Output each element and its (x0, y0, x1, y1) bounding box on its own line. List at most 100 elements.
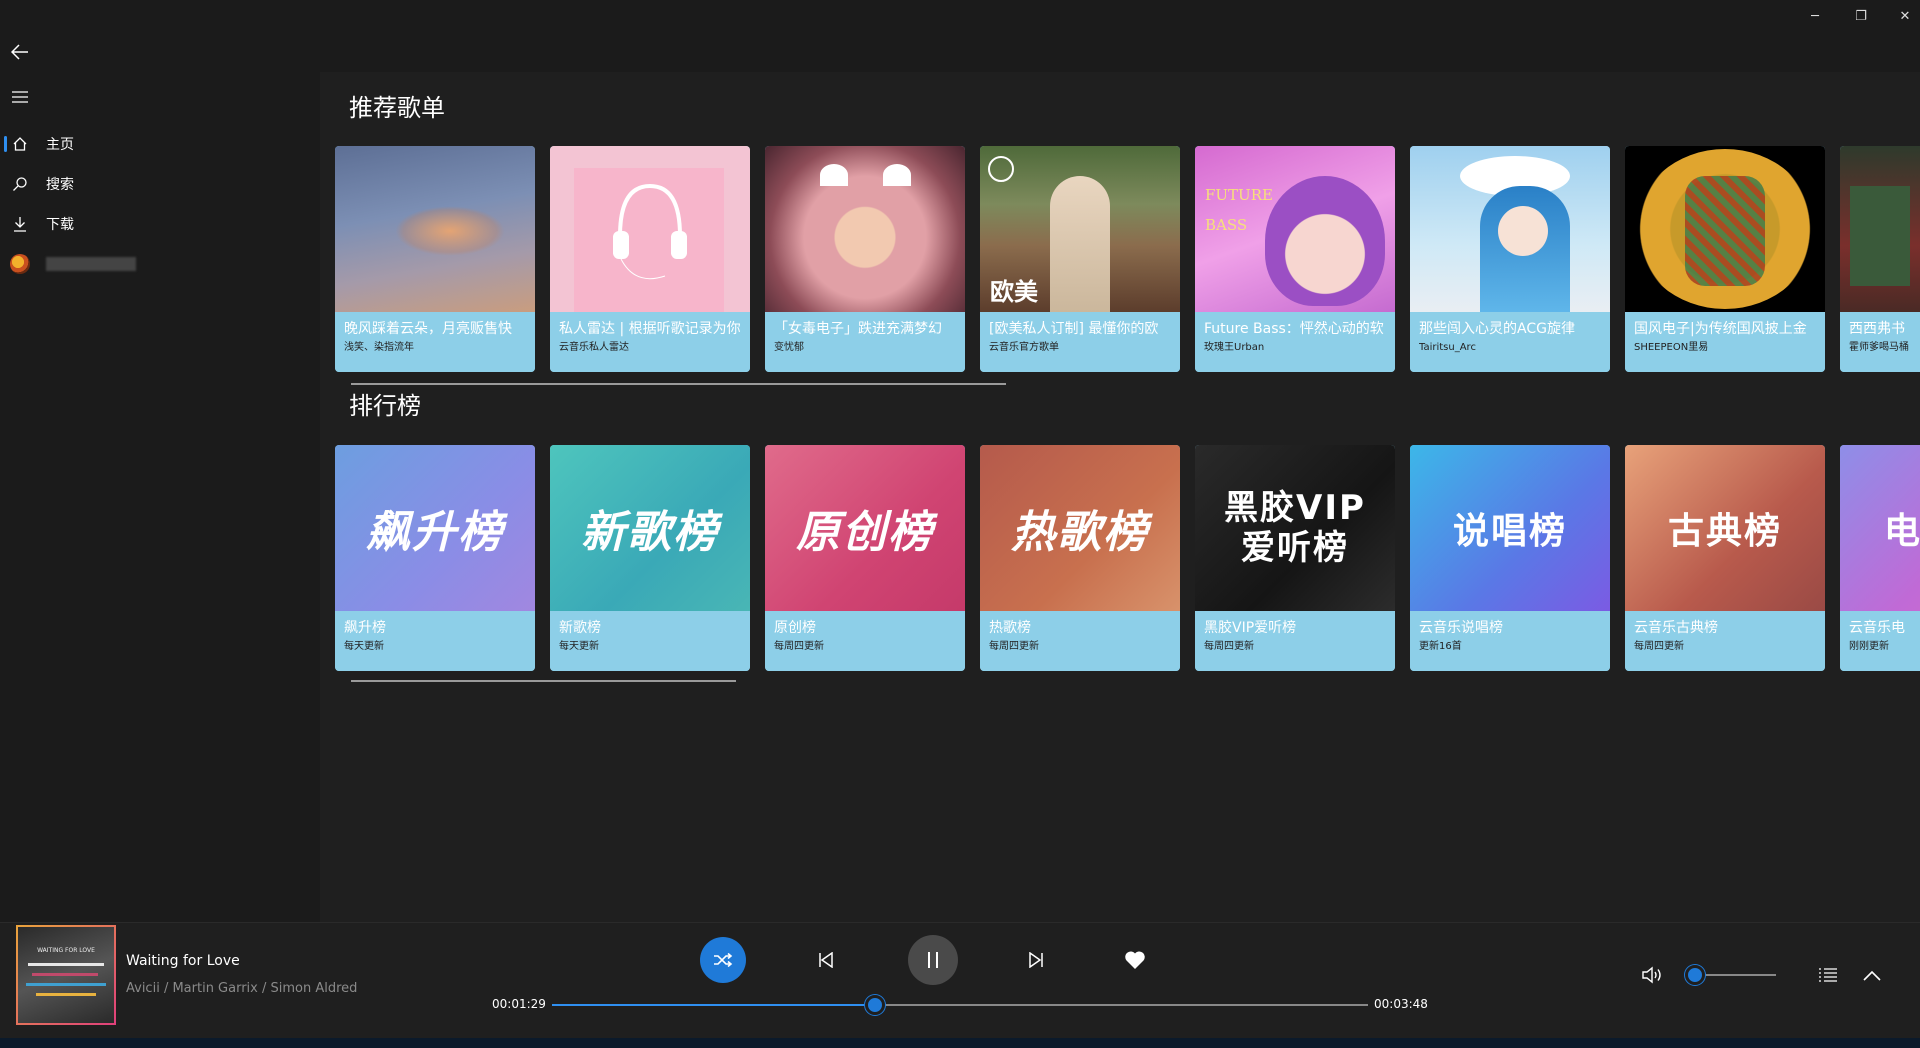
chart-update-info: 每周四更新 (989, 641, 1039, 652)
heart-icon (1125, 951, 1145, 969)
sidebar-item-label: 主页 (46, 137, 74, 153)
minimize-icon: ─ (1811, 8, 1819, 24)
volume-slider[interactable] (1685, 965, 1776, 985)
playlist-card[interactable]: FUTURE BASS Future Bass：怦然心动的软玫瑰王Urban (1195, 146, 1395, 372)
back-button[interactable] (8, 40, 32, 64)
playlist-cover (550, 146, 750, 312)
chart-cover-text: 说唱榜 (1452, 511, 1567, 552)
chart-card[interactable]: 电 云音乐电刚刚更新 (1840, 445, 1920, 671)
restore-icon: ❐ (1855, 8, 1867, 24)
playlist-card[interactable]: 那些闯入心灵的ACG旋律 Tairitsu_Arc (1410, 146, 1610, 372)
list-icon (1819, 968, 1837, 982)
chart-cover: 电 (1840, 445, 1920, 611)
playlist-cover-text: 欧美 (990, 278, 1038, 306)
avatar (10, 254, 30, 274)
playlist-author: 云音乐私人雷达 (559, 342, 629, 353)
chart-cover-text: 古典榜 (1667, 511, 1782, 552)
playlist-author: 玫瑰王Urban (1204, 342, 1265, 353)
next-button[interactable] (1021, 945, 1051, 975)
previous-button[interactable] (811, 945, 841, 975)
playlist-author: 浅笑、染指流年 (344, 342, 414, 353)
progress-thumb[interactable] (865, 995, 886, 1015)
playlist-cover (1840, 146, 1920, 312)
shuffle-button[interactable] (700, 937, 746, 983)
playlist-card[interactable]: 「女毒电子」跌进充满梦幻 变忧郁 (765, 146, 965, 372)
app-window: 主页 搜索 下载 ─ ❐ ✕ 推荐歌单 晚风踩着云朵，月亮贩售快 浅笑、染指流年… (0, 0, 1920, 1048)
playlist-title: 「女毒电子」跌进充满梦幻 (774, 321, 942, 337)
elapsed-time: 00:01:29 (492, 997, 546, 1011)
pause-button[interactable] (908, 935, 958, 985)
playlist-title: 国风电子|为传统国风披上金 (1634, 321, 1807, 337)
restore-button[interactable]: ❐ (1846, 6, 1876, 26)
volume-thumb[interactable] (1685, 965, 1705, 985)
chart-cover-text: 飙升榜 (366, 507, 504, 558)
chart-update-info: 每周四更新 (774, 641, 824, 652)
chart-cover-text: 电 (1884, 511, 1920, 552)
chart-cover: 热歌榜 (980, 445, 1180, 611)
total-duration: 00:03:48 (1374, 997, 1428, 1011)
chart-cover: 飙升榜 (335, 445, 535, 611)
playlist-title: 那些闯入心灵的ACG旋律 (1419, 321, 1575, 337)
chevron-up-icon (1863, 970, 1881, 981)
playlist-cover (335, 146, 535, 312)
volume-button[interactable] (1640, 963, 1664, 987)
chart-card[interactable]: 新歌榜 新歌榜每天更新 (550, 445, 750, 671)
chart-title: 云音乐电 (1849, 620, 1905, 636)
section-title-charts: 排行榜 (349, 392, 421, 420)
chart-title: 新歌榜 (559, 620, 601, 636)
playlist-card[interactable]: 西西弗书 霍师爹喝马桶 (1840, 146, 1920, 372)
sidebar-item-download[interactable]: 下载 (0, 204, 320, 244)
search-icon (0, 176, 40, 192)
chart-update-info: 每天更新 (559, 641, 599, 652)
chart-cover: 新歌榜 (550, 445, 750, 611)
playlist-author: 云音乐官方歌单 (989, 342, 1059, 353)
chart-row-scrollbar[interactable] (351, 680, 736, 682)
close-button[interactable]: ✕ (1890, 6, 1920, 26)
pause-icon (928, 952, 938, 968)
playlist-row-scrollbar[interactable] (351, 383, 1006, 385)
like-button[interactable] (1124, 945, 1146, 975)
playlist-card[interactable]: 晚风踩着云朵，月亮贩售快 浅笑、染指流年 (335, 146, 535, 372)
playlist-title: Future Bass：怦然心动的软 (1204, 321, 1384, 337)
expand-player-button[interactable] (1860, 963, 1884, 987)
now-playing-album-art[interactable]: WAITING FOR LOVE (16, 925, 116, 1025)
chart-update-info: 每周四更新 (1204, 641, 1254, 652)
chart-card[interactable]: 说唱榜 云音乐说唱榜 更新16首 (1410, 445, 1610, 671)
chart-update-info: 刚刚更新 (1849, 641, 1889, 652)
progress-slider[interactable] (552, 995, 1368, 1015)
chart-card[interactable]: 热歌榜 热歌榜 每周四更新 (980, 445, 1180, 671)
shuffle-icon (714, 952, 733, 968)
playlist-card[interactable]: 私人雷达 | 根据听歌记录为你 云音乐私人雷达 (550, 146, 750, 372)
playlist-cover: 欧美 (980, 146, 1180, 312)
sidebar: 主页 搜索 下载 (0, 0, 320, 922)
playlist-title: 西西弗书 (1849, 321, 1905, 337)
chart-cover-text: 黑胶VIP 爱听榜 (1224, 488, 1366, 568)
sidebar-item-search[interactable]: 搜索 (0, 164, 320, 204)
back-arrow-icon (11, 44, 28, 60)
chart-cover: 说唱榜 (1410, 445, 1610, 611)
now-playing-title: Waiting for Love (126, 953, 240, 969)
minimize-button[interactable]: ─ (1800, 6, 1830, 26)
progress-fill (552, 1004, 876, 1006)
playlist-cover (1410, 146, 1610, 312)
chart-card[interactable]: 飙升榜 飙升榜 每天更新 (335, 445, 535, 671)
playlist-queue-button[interactable] (1816, 963, 1840, 987)
os-taskbar (0, 1038, 1920, 1048)
sidebar-item-account[interactable] (0, 244, 320, 284)
playlist-cover: FUTURE BASS (1195, 146, 1395, 312)
chart-card[interactable]: 古典榜 云音乐古典榜 每周四更新 (1625, 445, 1825, 671)
sidebar-item-home[interactable]: 主页 (0, 124, 320, 164)
album-art-text: WAITING FOR LOVE (37, 947, 95, 954)
hamburger-menu-button[interactable] (8, 85, 32, 109)
chart-card[interactable]: 原创榜 原创榜 每周四更新 (765, 445, 965, 671)
hamburger-icon (12, 91, 28, 103)
chart-card[interactable]: 黑胶VIP 爱听榜 黑胶VIP爱听榜 每周四更新 (1195, 445, 1395, 671)
section-title-recommended: 推荐歌单 (349, 94, 445, 122)
now-playing-artists[interactable]: Avicii / Martin Garrix / Simon Aldred (126, 981, 357, 996)
title-bar: ─ ❐ ✕ (320, 0, 1920, 72)
chart-row: 飙升榜 飙升榜 每天更新 新歌榜 新歌榜每天更新 原创榜 原创榜 每周四更新 热歌榜 (335, 445, 1920, 671)
playlist-card[interactable]: 国风电子|为传统国风披上金 SHEEPEON里易 (1625, 146, 1825, 372)
download-icon (0, 216, 40, 232)
chart-cover-text: 热歌榜 (1011, 507, 1149, 558)
playlist-card[interactable]: 欧美 [欧美私人订制] 最懂你的欧 云音乐官方歌单 (980, 146, 1180, 372)
